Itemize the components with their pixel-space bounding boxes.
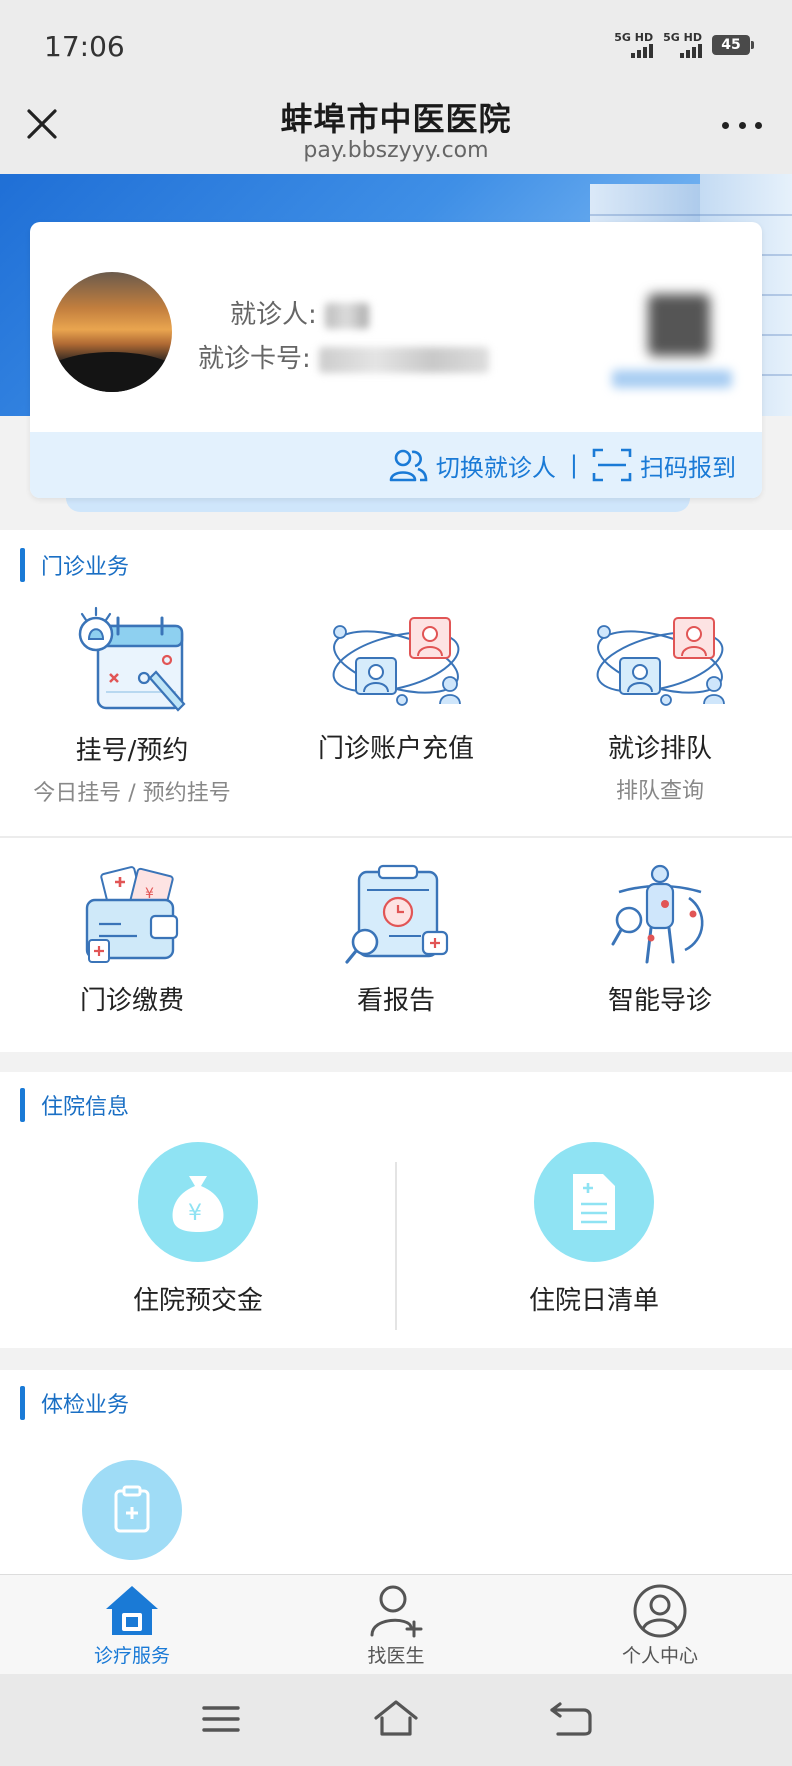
- report-clipboard-icon: [345, 864, 449, 964]
- document-icon: [534, 1142, 654, 1262]
- tile-queue[interactable]: 就诊排队 排队查询: [540, 612, 780, 805]
- body-guide-icon: [611, 864, 704, 964]
- wallet-icon: ¥: [85, 866, 179, 963]
- medical-clipboard-icon: [82, 1460, 182, 1560]
- inpatient-header: 住院信息: [20, 1088, 129, 1122]
- battery-icon: 45: [712, 35, 754, 55]
- tile-register[interactable]: 挂号/预约 今日挂号 / 预约挂号: [12, 604, 252, 807]
- tile-inpatient-deposit-label: 住院预交金: [132, 1286, 263, 1316]
- patient-name-row: 就诊人:: [230, 294, 370, 331]
- nav-personal-center[interactable]: 个人中心: [580, 1583, 740, 1668]
- tile-daily-list[interactable]: 住院日清单: [474, 1142, 714, 1317]
- money-bag-icon: ¥: [138, 1142, 258, 1262]
- outpatient-header: 门诊业务: [20, 548, 129, 582]
- signal-icon: 5G HD: [663, 32, 702, 58]
- doctor-network-icon: [332, 617, 461, 706]
- switch-user-icon: [389, 449, 428, 482]
- tile-register-sub: 今日挂号 / 预约挂号: [33, 781, 231, 806]
- outpatient-title: 门诊业务: [41, 555, 130, 580]
- qr-code-icon[interactable]: [648, 294, 710, 356]
- status-indicators: 5G HD 5G HD 45: [614, 32, 754, 58]
- tile-smart-guide[interactable]: 智能导诊: [540, 864, 780, 1017]
- nav-clinical-services[interactable]: 诊疗服务: [52, 1583, 212, 1668]
- tile-daily-list-label: 住院日清单: [528, 1286, 659, 1316]
- section-marker: [20, 548, 25, 582]
- scan-checkin-label: 扫码报到: [640, 453, 736, 482]
- tile-account-recharge[interactable]: 门诊账户充值: [276, 612, 516, 765]
- tile-divider: [395, 1162, 397, 1330]
- browser-header: 蚌埠市中医医院 pay.bbszyyy.com: [0, 88, 792, 174]
- home-outline-icon: [374, 1700, 418, 1736]
- calendar-icon: [78, 606, 186, 712]
- inpatient-title: 住院信息: [41, 1095, 130, 1120]
- tile-smart-guide-label: 智能导诊: [607, 986, 712, 1016]
- tile-inpatient-deposit[interactable]: ¥ 住院预交金: [78, 1142, 318, 1317]
- nav-clinical-services-label: 诊疗服务: [93, 1645, 170, 1667]
- patient-name-blurred: [325, 302, 370, 329]
- tile-queue-sub: 排队查询: [615, 779, 704, 804]
- nav-find-doctor-label: 找医生: [367, 1645, 425, 1667]
- signal-icon: 5G HD: [614, 32, 654, 58]
- status-bar: 17:06 5G HD 5G HD 45: [0, 0, 792, 88]
- patient-card-blurred: [319, 346, 490, 373]
- tile-register-label: 挂号/预约: [75, 736, 189, 766]
- bottom-nav: 诊疗服务 找医生 个人中心: [0, 1574, 792, 1674]
- scan-icon: [592, 448, 632, 482]
- section-marker: [20, 1088, 25, 1122]
- checkup-header: 体检业务: [20, 1386, 129, 1420]
- patient-card-label: 就诊卡号:: [198, 344, 311, 374]
- profile-icon: [633, 1584, 687, 1638]
- nav-personal-center-label: 个人中心: [621, 1645, 698, 1667]
- more-options-button[interactable]: [722, 118, 762, 132]
- tile-payment-label: 门诊缴费: [79, 986, 184, 1016]
- tile-report[interactable]: 看报告: [276, 864, 516, 1017]
- page-title: 蚌埠市中医医院: [280, 100, 512, 138]
- checkup-title: 体检业务: [41, 1393, 130, 1418]
- menu-icon: [202, 1706, 240, 1732]
- tile-report-label: 看报告: [356, 986, 435, 1016]
- card-actions: 切换就诊人 | 扫码报到: [30, 432, 762, 498]
- tile-checkup[interactable]: [12, 1460, 252, 1560]
- switch-patient-label: 切换就诊人: [435, 453, 556, 482]
- doctor-network-icon: [596, 617, 725, 706]
- patient-card-row: 就诊卡号:: [198, 338, 490, 375]
- action-separator: |: [569, 451, 578, 479]
- scan-checkin-button[interactable]: 扫码报到: [592, 447, 736, 483]
- system-menu-button[interactable]: [196, 1696, 246, 1742]
- patient-name-label: 就诊人:: [230, 300, 317, 330]
- tile-payment[interactable]: ¥ 门诊缴费: [12, 864, 252, 1017]
- home-icon: [106, 1586, 158, 1635]
- checkup-section: 体检业务: [0, 1370, 792, 1576]
- patient-card: 就诊人: 就诊卡号: 切换就诊人 | 扫码报到: [30, 222, 762, 498]
- nav-find-doctor[interactable]: 找医生: [316, 1583, 476, 1668]
- inpatient-section: 住院信息 ¥ 住院预交金 住院日清单: [0, 1072, 792, 1348]
- tile-row-divider: [0, 836, 792, 838]
- tile-account-recharge-label: 门诊账户充值: [317, 734, 474, 764]
- system-home-button[interactable]: [371, 1696, 421, 1742]
- section-marker: [20, 1386, 25, 1420]
- add-user-icon: [370, 1585, 423, 1638]
- svg-text:¥: ¥: [188, 1201, 202, 1226]
- qr-caption-blurred: [612, 370, 732, 388]
- system-back-button[interactable]: [546, 1696, 596, 1742]
- outpatient-section: 门诊业务 挂号/预约 今日挂号 / 预约挂号 门诊账户充值 就诊排队 排队查询 …: [0, 530, 792, 1052]
- switch-patient-button[interactable]: 切换就诊人: [388, 447, 556, 483]
- more-dots-icon: [722, 121, 729, 129]
- avatar: [52, 272, 172, 392]
- tile-queue-label: 就诊排队: [607, 734, 712, 764]
- status-time: 17:06: [44, 30, 125, 63]
- back-icon: [550, 1702, 592, 1736]
- system-nav-bar: [0, 1674, 792, 1766]
- page-url: pay.bbszyyy.com: [303, 138, 489, 163]
